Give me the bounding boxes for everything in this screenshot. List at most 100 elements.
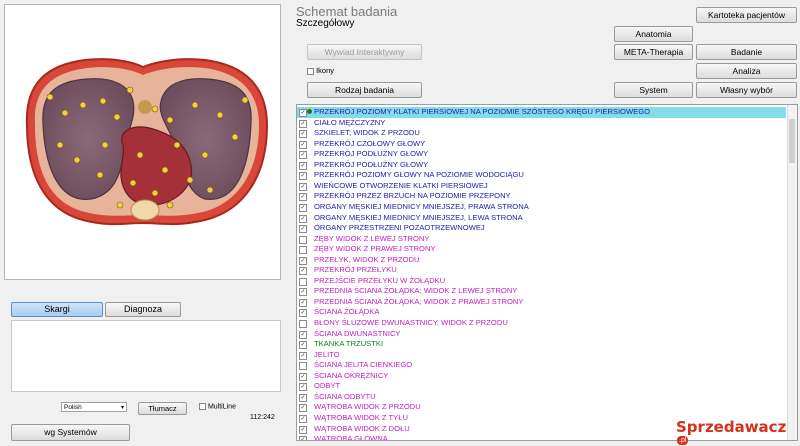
- list-item-checkbox[interactable]: ✓: [299, 172, 307, 181]
- icons-checkbox-row[interactable]: Ikony: [307, 66, 334, 75]
- list-item-checkbox[interactable]: ✓: [299, 288, 307, 297]
- coordinates-readout: 112:242: [250, 414, 275, 421]
- chest-cross-section-image[interactable]: [5, 5, 280, 279]
- tab-diagnosis[interactable]: Diagnoza: [105, 302, 181, 317]
- study-type-button[interactable]: Rodzaj badania: [307, 82, 422, 98]
- list-item-label: BŁONY ŚLUZOWE DWUNASTNICY, WIDOK Z PRZOD…: [314, 318, 508, 327]
- list-item-checkbox[interactable]: ✓: [299, 383, 307, 392]
- list-item-checkbox[interactable]: ✓: [299, 425, 307, 434]
- list-item-label: PRZEDNIA ŚCIANA ŻOŁĄDKA; WIDOK Z PRAWEJ …: [314, 296, 524, 306]
- list-item-checkbox[interactable]: ✓: [299, 341, 307, 350]
- watermark-suffix: .pl: [677, 436, 689, 445]
- page-title: Schemat badania: [296, 4, 398, 19]
- list-item-label: ŚCIANA JELITA CIENKIEGO: [314, 360, 413, 370]
- chevron-down-icon: ▾: [120, 405, 124, 411]
- list-item-checkbox[interactable]: ✓: [299, 404, 307, 413]
- list-item-checkbox[interactable]: [299, 362, 307, 371]
- analysis-button[interactable]: Analiza: [696, 63, 797, 79]
- list-item-label: PRZEKRÓJ CZOŁOWY GŁOWY: [314, 138, 426, 148]
- custom-selection-button[interactable]: Własny wybór: [696, 82, 797, 98]
- list-item-label: ŚCIANA OKRĘŻNICY: [314, 370, 389, 380]
- list-item-checkbox[interactable]: ✓: [299, 225, 307, 234]
- list-item-label: ZĘBY WIDOK Z LEWEJ STRONY: [314, 233, 430, 243]
- list-item-checkbox[interactable]: ✓: [299, 193, 307, 202]
- by-systems-button[interactable]: wg Systemów: [11, 424, 130, 441]
- list-item-checkbox[interactable]: ✓: [299, 140, 307, 149]
- list-item-label: ŚCIANA ODBYTU: [314, 391, 376, 401]
- list-item-label: WĄTROBA WIDOK Z TYŁU: [314, 412, 408, 422]
- selected-marker-icon: [307, 109, 312, 114]
- multiline-checkbox[interactable]: [199, 403, 206, 410]
- list-item-label: SZKIELET; WIDOK Z PRZODU: [314, 128, 420, 138]
- translate-button[interactable]: Tłumacz: [138, 402, 187, 415]
- meta-therapy-button[interactable]: META-Therapia: [614, 44, 693, 60]
- examination-button[interactable]: Badanie: [696, 44, 797, 60]
- list-item-label: ŚCIANA DWUNASTNICY: [314, 328, 401, 338]
- list-item-checkbox[interactable]: ✓: [299, 182, 307, 191]
- list-item-checkbox[interactable]: ✓: [299, 330, 307, 339]
- interactive-interview-button[interactable]: Wywiad Interaktywny: [307, 44, 422, 60]
- list-item-label: CIAŁO MĘŻCZYZNY: [314, 117, 386, 127]
- list-item-checkbox[interactable]: [299, 277, 307, 286]
- list-item-checkbox[interactable]: ✓: [299, 393, 307, 402]
- list-item-checkbox[interactable]: ✓: [299, 214, 307, 223]
- list-item-checkbox[interactable]: ✓: [299, 372, 307, 381]
- list-item-label: PRZEDNIA ŚCIANA ŻOŁĄDKA; WIDOK Z LEWEJ S…: [314, 286, 518, 296]
- list-item-checkbox[interactable]: [299, 246, 307, 255]
- list-item-checkbox[interactable]: ✓: [299, 151, 307, 160]
- list-item-label: ODBYT: [314, 381, 341, 391]
- list-item-label: PRZEKRÓJ POZIOMY GŁOWY NA POZIOMIE WODOC…: [314, 170, 524, 180]
- list-item-label: PRZEKRÓJ PRZEZ BRZUCH NA POZIOMIE PRZEPO…: [314, 191, 511, 201]
- list-item-label: ZĘBY WIDOK Z PRAWEJ STRONY: [314, 244, 436, 254]
- list-item-label: ŚCIANA ŻOŁĄDKA: [314, 307, 380, 317]
- list-item-label: TKANKA TRZUSTKI: [314, 339, 384, 349]
- patient-records-button[interactable]: Kartoteka pacjentów: [696, 7, 797, 23]
- list-item-label: PRZEŁYK, WIDOK Z PRZODU: [314, 254, 420, 264]
- list-item-checkbox[interactable]: ✓: [299, 298, 307, 307]
- list-item-label: WIEŃCOWE OTWORZENIE KLATKI PIERSIOWEJ: [314, 180, 488, 190]
- list-item-label: ORGANY MĘSKIEJ MIEDNICY MNIEJSZEJ, PRAWA…: [314, 201, 529, 211]
- list-item-label: PRZEKRÓJ POZIOMY KLATKI PIERSIOWEJ NA PO…: [314, 107, 651, 116]
- list-item-label: PRZEJŚCIE PRZEŁYKU W ŻOŁĄDKU: [314, 275, 446, 285]
- complaints-textarea[interactable]: [11, 320, 281, 392]
- list-item-checkbox[interactable]: ✓: [299, 119, 307, 128]
- list-item[interactable]: ✓ PRZEKRÓJ POZIOMY KLATKI PIERSIOWEJ NA P…: [297, 107, 786, 118]
- watermark-text: Sprzedawacz: [676, 418, 787, 436]
- multiline-checkbox-row[interactable]: MultiLine: [199, 403, 236, 410]
- sprzedawacz-watermark: Sprzedawacz.pl: [676, 418, 798, 445]
- list-item-label: PRZEKRÓJ PODŁUŻNY GŁOWY: [314, 149, 429, 159]
- list-item-checkbox[interactable]: ✓: [299, 203, 307, 212]
- icons-checkbox[interactable]: [307, 67, 314, 75]
- list-item-checkbox[interactable]: ✓: [299, 161, 307, 170]
- page-subtitle: Szczegółowy: [296, 18, 355, 29]
- list-item-checkbox[interactable]: ✓: [299, 130, 307, 139]
- list-item-checkbox[interactable]: ✓: [299, 267, 307, 276]
- list-item-label: PRZEKRÓJ PRZEŁYKU: [314, 265, 397, 275]
- list-scrollbar[interactable]: [787, 105, 797, 440]
- anatomy-button[interactable]: Anatomia: [614, 26, 693, 42]
- list-item-checkbox[interactable]: [299, 320, 307, 328]
- list-item-checkbox[interactable]: [299, 235, 307, 244]
- icons-checkbox-label: Ikony: [316, 66, 335, 75]
- tab-complaints[interactable]: Skargi: [11, 302, 103, 317]
- multiline-label: MultiLine: [207, 403, 236, 411]
- list-item-label: WĄTROBA WIDOK Z PRZODU: [314, 402, 421, 412]
- list-item-label: WĄTROBA WIDOK Z DOŁU: [314, 423, 410, 433]
- system-button[interactable]: System: [614, 82, 693, 98]
- scrollbar-thumb[interactable]: [789, 119, 795, 163]
- list-item-checkbox[interactable]: ✓: [299, 256, 307, 265]
- list-item-label: JELITO: [314, 349, 340, 359]
- language-select[interactable]: Polish ▾: [61, 402, 127, 412]
- study-list[interactable]: ✓ PRZEKRÓJ POZIOMY KLATKI PIERSIOWEJ NA P…: [296, 104, 798, 441]
- list-item-label: WĄTROBA GŁÓWNA: [314, 434, 388, 441]
- list-item-checkbox[interactable]: ✓: [299, 351, 307, 360]
- anatomy-image-panel[interactable]: [4, 4, 281, 280]
- list-item-checkbox[interactable]: ✓: [299, 109, 307, 117]
- list-item-checkbox[interactable]: ✓: [299, 414, 307, 423]
- list-item-label: PRZEKRÓJ PODŁUŻNY GŁOWY: [314, 159, 429, 169]
- language-select-value: Polish: [64, 404, 82, 411]
- list-item-checkbox[interactable]: ✓: [299, 309, 307, 318]
- list-item-label: ORGANY PRZESTRZENI POZAOTRZEWNOWEJ: [314, 223, 485, 233]
- list-item-checkbox[interactable]: ✓: [299, 436, 307, 440]
- list-item-label: ORGANY MĘSKIEJ MIEDNICY MNIEJSZEJ, LEWA …: [314, 212, 523, 222]
